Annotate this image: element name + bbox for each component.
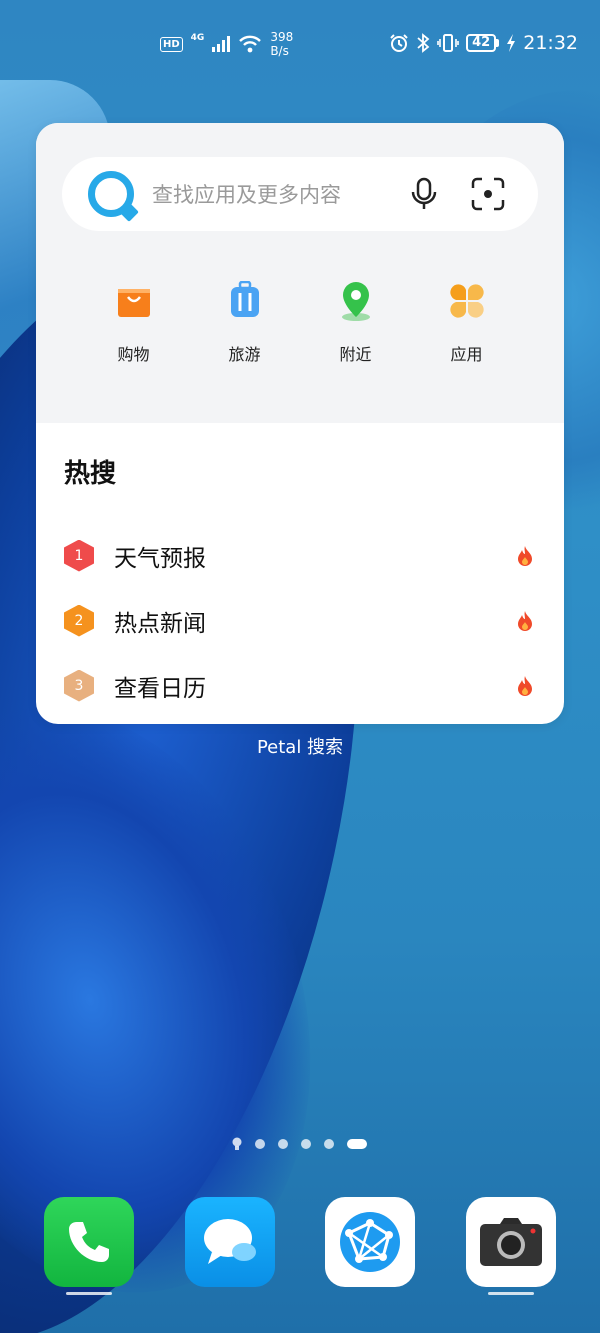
page-dot[interactable] xyxy=(255,1139,265,1149)
hot-search-item[interactable]: 2 热点新闻 xyxy=(64,588,534,653)
bluetooth-icon xyxy=(417,33,430,53)
search-bar[interactable]: 查找应用及更多内容 xyxy=(62,157,538,231)
shortcut-label: 购物 xyxy=(117,345,150,364)
message-bubble-icon xyxy=(204,1219,256,1264)
wifi-icon xyxy=(239,35,262,53)
rank-badge: 3 xyxy=(64,669,94,702)
clock: 21:32 xyxy=(523,32,578,54)
page-dot-active[interactable] xyxy=(347,1139,367,1149)
network-speed: 398 B/s xyxy=(270,30,294,58)
shortcut-label: 旅游 xyxy=(228,345,261,364)
page-dot[interactable] xyxy=(301,1139,311,1149)
scan-icon[interactable] xyxy=(468,174,508,214)
hot-search-text: 热点新闻 xyxy=(114,610,206,637)
phone-icon xyxy=(69,1222,109,1262)
page-dot[interactable] xyxy=(324,1139,334,1149)
charging-icon xyxy=(507,34,516,52)
hot-search-item[interactable]: 1 天气预报 xyxy=(64,523,534,588)
shopping-bag-icon xyxy=(112,279,156,323)
shortcut-travel[interactable]: 旅游 xyxy=(189,279,300,365)
dock xyxy=(44,1197,556,1297)
microphone-icon[interactable] xyxy=(404,174,444,214)
fire-icon xyxy=(518,676,532,696)
camera-app[interactable] xyxy=(466,1197,556,1287)
apps-grid-icon xyxy=(445,279,489,323)
fire-icon xyxy=(518,611,532,631)
phone-app[interactable] xyxy=(44,1197,134,1287)
rank-badge: 1 xyxy=(64,539,94,572)
widget-label: Petal 搜索 xyxy=(256,737,344,758)
location-pin-icon xyxy=(334,279,378,323)
browser-app[interactable] xyxy=(325,1197,415,1287)
shortcut-nearby[interactable]: 附近 xyxy=(300,279,411,365)
suitcase-icon xyxy=(223,279,267,323)
page-dot[interactable] xyxy=(278,1139,288,1149)
hot-search-text: 天气预报 xyxy=(114,545,206,572)
camera-icon xyxy=(480,1218,542,1266)
browser-globe-icon xyxy=(340,1212,400,1272)
battery-icon: 42 xyxy=(466,34,500,52)
status-bar: HD 4G 398 B/s 42 21:32 xyxy=(0,0,600,90)
hot-search-text: 查看日历 xyxy=(114,675,206,702)
search-input[interactable]: 查找应用及更多内容 xyxy=(152,179,404,209)
dock-running-indicator xyxy=(488,1292,534,1295)
shortcut-row: 购物 旅游 附近 应用 xyxy=(78,279,522,365)
alarm-icon xyxy=(390,34,408,52)
hot-search-title: 热搜 xyxy=(64,459,117,489)
page-indicator[interactable] xyxy=(232,1137,367,1151)
lightbulb-icon xyxy=(232,1137,242,1151)
fire-icon xyxy=(518,546,532,566)
petal-search-logo-icon xyxy=(88,171,134,217)
hd-voice-indicator: HD xyxy=(160,36,183,52)
shortcut-shopping[interactable]: 购物 xyxy=(78,279,189,365)
signal-icon xyxy=(212,36,231,52)
dock-running-indicator xyxy=(66,1292,112,1295)
vibrate-icon xyxy=(437,34,459,52)
hot-search-item[interactable]: 3 查看日历 xyxy=(64,653,534,718)
hot-search-list: 1 天气预报 2 热点新闻 3 查看日历 xyxy=(64,523,534,718)
rank-badge: 2 xyxy=(64,604,94,637)
shortcut-label: 附近 xyxy=(339,345,372,364)
network-type: 4G xyxy=(190,33,205,43)
shortcut-label: 应用 xyxy=(450,345,483,364)
search-widget[interactable]: 查找应用及更多内容 购物 旅游 附近 应用 热搜 1 天气预报 2 热点新闻 3… xyxy=(36,123,564,724)
shortcut-apps[interactable]: 应用 xyxy=(411,279,522,365)
messages-app[interactable] xyxy=(185,1197,275,1287)
